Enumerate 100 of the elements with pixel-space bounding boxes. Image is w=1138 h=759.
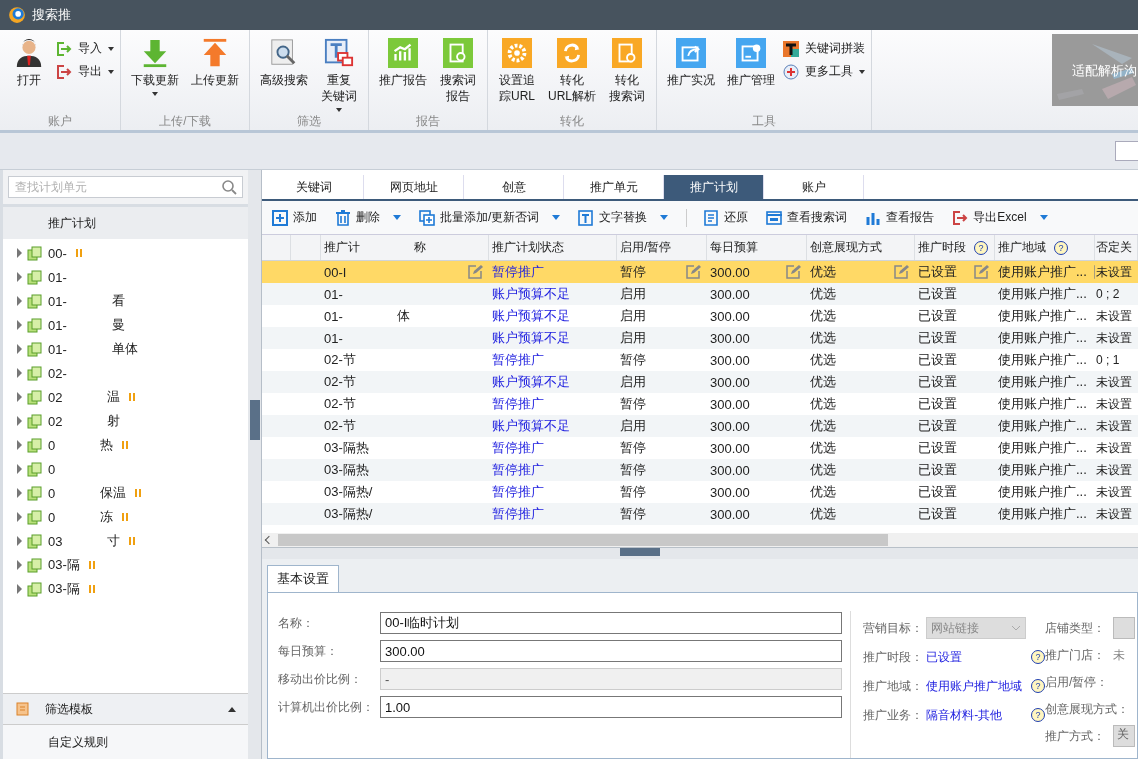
input-field[interactable]: 00-I临时计划 [380,612,842,634]
toolbar-button[interactable]: 删除 [335,209,401,226]
ribbon-button[interactable]: 设置追 踪URL [494,34,540,104]
ribbon-button[interactable]: 推广实况 [663,34,719,88]
group-label: 工具 [751,113,777,130]
list-item[interactable]: 自定义规则 [3,725,248,759]
tree-item[interactable]: 00- [3,241,248,265]
edit-icon[interactable] [973,264,989,280]
toolbar-button[interactable]: 查看搜索词 [766,209,848,226]
tree-item[interactable]: 0 热 [3,433,248,457]
tree-item[interactable]: 02- [3,361,248,385]
toolbar-button[interactable]: 导出Excel [952,209,1048,226]
ribbon-button[interactable]: 转化 搜索词 [604,34,650,104]
input-field[interactable]: 1.00 [380,696,842,718]
tab[interactable]: 网页地址 [364,175,464,199]
edit-icon[interactable] [785,264,801,280]
table-row[interactable]: 03-隔热/ 暂停推广 暂停 300.00 优选 已设置 使用账户推广... 未设置 [262,481,1138,503]
input-field[interactable] [1115,141,1138,161]
document-icon [15,701,31,717]
search-field[interactable]: 查找计划单元 [8,176,243,198]
tree-item[interactable]: 01- 看 [3,289,248,313]
tab[interactable]: 账户 [764,175,864,199]
help-icon[interactable]: ? [1031,679,1045,693]
table-row[interactable]: 03-隔热 暂停推广 暂停 300.00 优选 已设置 使用账户推广... 未设置 [262,459,1138,481]
table-row[interactable]: 02-节 账户预算不足 启用 300.00 优选 已设置 使用账户推广... 未设置 [262,371,1138,393]
table-row[interactable]: 01- 账户预算不足 启用 300.00 优选 已设置 使用账户推广... 0 ; 2 [262,283,1138,305]
ribbon-button[interactable]: 高级搜索 [256,34,312,88]
edit-icon[interactable] [467,264,483,280]
table-row[interactable]: 00-I 暂停推广 暂停 300.00 优选 已设置 使用账户推广... 未设置 [262,261,1138,283]
toolbar-button[interactable]: 查看报告 [865,209,935,226]
folder-icon [27,533,43,549]
collapse-handle[interactable] [249,399,260,440]
tree-item[interactable]: 03-隔 [3,577,248,601]
ribbon-button[interactable]: 打开 [6,34,52,88]
toolbar-button[interactable]: 文字替换 [578,209,669,226]
ribbon-button[interactable]: 关键词拼装 [783,40,865,57]
toolbar-button[interactable]: 添加 [272,209,317,226]
help-icon[interactable]: ? [1031,650,1045,664]
help-icon[interactable]: ? [1031,708,1045,722]
tab[interactable]: 关键词 [264,175,364,199]
tree-item[interactable]: 01- [3,265,248,289]
ribbon-button[interactable]: 上传更新 [187,34,243,88]
input-field[interactable]: 300.00 [380,640,842,662]
dropdown[interactable] [1113,617,1135,639]
tab[interactable]: 基本设置 [267,565,339,592]
tree-item[interactable]: 01- 曼 [3,313,248,337]
tree-item[interactable]: 03-隔 [3,553,248,577]
tree-item[interactable]: 01- 单体 [3,337,248,361]
ribbon-button[interactable]: 转化 URL解析 [544,34,600,104]
refresh-tile-icon [557,38,587,68]
caret-icon [152,92,158,96]
table-cell: 已设置 [918,461,957,479]
link[interactable]: 使用账户推广地域 [926,677,1027,695]
ribbon-button[interactable]: 推广报告 [375,34,431,88]
tree-item[interactable]: 02 温 [3,385,248,409]
ribbon-button[interactable]: 导出 [56,63,114,80]
link[interactable]: 隔音材料-其他 [926,706,1027,724]
toolbar-button[interactable]: 还原 [703,209,749,226]
table-row[interactable]: 02-节 暂停推广 暂停 300.00 优选 已设置 使用账户推广... 0 ; 1 [262,349,1138,371]
tree-item[interactable]: 0 冻 [3,505,248,529]
window-icon [766,209,783,226]
ribbon-button[interactable]: 搜索词 报告 [435,34,481,104]
ribbon-button[interactable]: 导入 [56,40,114,57]
tab[interactable]: 推广计划 [664,175,764,199]
edit-icon[interactable] [893,264,909,280]
tree-item[interactable]: 0 [3,457,248,481]
field-label: 每日预算： [278,642,339,660]
table-row[interactable]: 01- 体 账户预算不足 启用 300.00 优选 已设置 使用账户推广... 未设置 [262,305,1138,327]
table-row[interactable]: 03-隔热/ 暂停推广 暂停 300.00 优选 已设置 使用账户推广... 未设置 [262,503,1138,525]
table-row[interactable]: 02-节 账户预算不足 启用 300.00 优选 已设置 使用账户推广... 未设置 [262,415,1138,437]
tab[interactable]: 创意 [464,175,564,199]
dropdown[interactable]: 关 [1113,725,1135,747]
trash-icon [335,209,351,226]
field-label: 推广门店： [1045,646,1105,664]
header-label: 筛选模板 [45,700,94,718]
tree-item[interactable]: 0 保温 [3,481,248,505]
expand-icon [17,320,22,330]
table-cell: 未设置 [1096,439,1132,457]
table-row[interactable]: 03-隔热 暂停推广 暂停 300.00 优选 已设置 使用账户推广... 未设置 [262,437,1138,459]
collapse-handle[interactable] [620,548,660,556]
item-label: 01- [48,317,67,333]
help-icon[interactable]: ? [974,240,988,255]
edit-icon[interactable] [685,264,701,280]
table-row[interactable]: 02-节 暂停推广 暂停 300.00 优选 已设置 使用账户推广... 未设置 [262,393,1138,415]
toolbar-button[interactable]: 批量添加/更新否词 [419,209,561,226]
field-label: 推广地域： [863,677,925,695]
tree-item[interactable]: 02 射 [3,409,248,433]
caret-icon [1039,215,1048,220]
help-icon[interactable]: ? [1054,240,1068,255]
ribbon-button[interactable]: 推广管理 [723,34,779,88]
table-row[interactable]: 01- 账户预算不足 启用 300.00 优选 已设置 使用账户推广... 未设置 [262,327,1138,349]
ribbon-button[interactable]: 重复 关键词 [316,34,362,112]
ribbon-button[interactable]: 更多工具 [783,63,865,80]
folder-icon [27,293,43,309]
tree-item[interactable]: 03 寸 [3,529,248,553]
scrollbar-thumb[interactable] [278,534,888,546]
ribbon-button[interactable]: 下载更新 [127,34,183,96]
filter-template-header[interactable]: 筛选模板 [3,694,248,725]
horizontal-scrollbar[interactable] [262,533,1138,547]
link[interactable]: 已设置 [926,648,1027,666]
